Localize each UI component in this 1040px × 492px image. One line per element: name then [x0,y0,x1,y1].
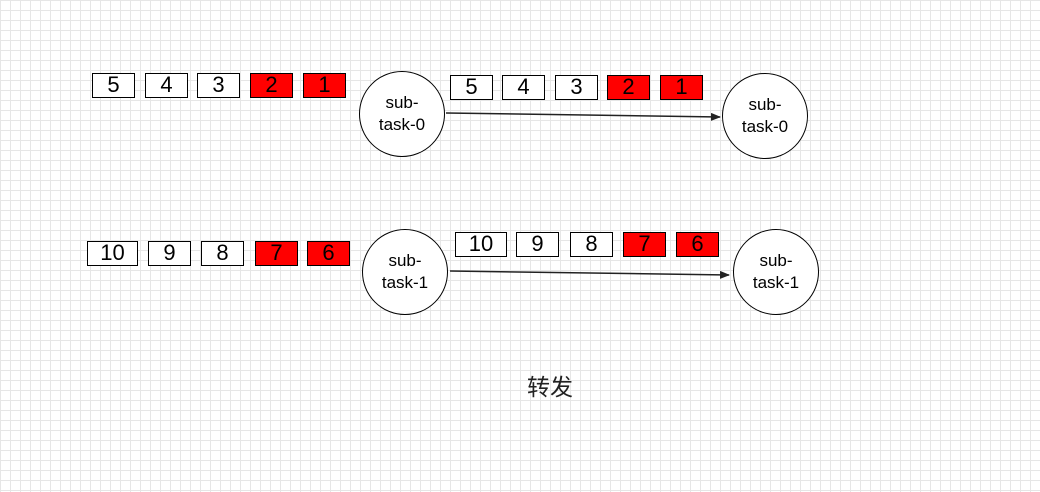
diagram-canvas: 5 4 3 2 1 sub- task-0 5 4 3 2 1 sub- tas… [0,0,1040,492]
node-label-line2: task-0 [378,115,426,134]
node-label-line2: task-0 [741,117,789,136]
arrow-row-0 [445,112,721,121]
queue-cell: 7 [255,241,298,266]
node-label-line1: sub- [388,251,422,270]
node-label-line2: task-1 [752,273,800,292]
queue-cell: 1 [303,73,346,98]
queue-cell: 3 [197,73,240,98]
node-label-line1: sub- [759,251,793,270]
queue-cell: 8 [570,232,613,257]
queue-cell: 5 [450,75,493,100]
arrow-row-1 [449,270,730,279]
node-label-line1: sub- [385,93,419,112]
queue-cell: 10 [455,232,507,257]
queue-cell: 7 [623,232,666,257]
queue-cell: 5 [92,73,135,98]
queue-cell: 6 [676,232,719,257]
queue-cell: 9 [516,232,559,257]
target-node-subtask-0: sub- task-0 [722,73,808,159]
queue-cell: 6 [307,241,350,266]
node-label-line2: task-1 [381,273,429,292]
queue-cell: 2 [250,73,293,98]
queue-cell: 10 [87,241,138,266]
queue-cell: 8 [201,241,244,266]
node-label-line1: sub- [748,95,782,114]
caption-forward: 转发 [527,375,573,401]
queue-cell: 2 [607,75,650,100]
queue-cell: 4 [502,75,545,100]
queue-cell: 1 [660,75,703,100]
target-node-subtask-1: sub- task-1 [733,229,819,315]
source-node-subtask-0: sub- task-0 [359,71,445,157]
source-node-subtask-1: sub- task-1 [362,229,448,315]
queue-cell: 9 [148,241,191,266]
queue-cell: 4 [145,73,188,98]
queue-cell: 3 [555,75,598,100]
